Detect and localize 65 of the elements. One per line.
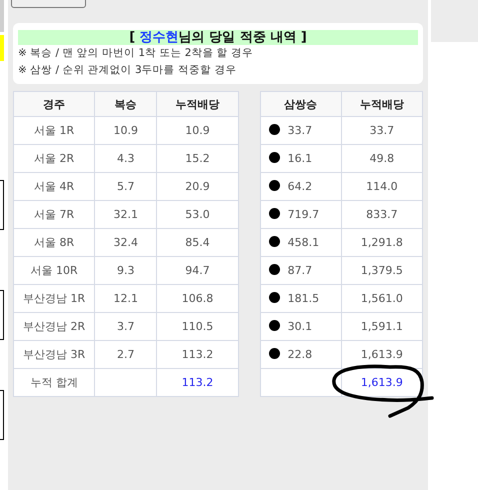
table-cell: 33.7 <box>341 116 422 144</box>
odds-value: 181.5 <box>288 292 320 305</box>
table-cell: 32.4 <box>94 228 157 256</box>
table-cell: 94.7 <box>156 256 238 284</box>
table-cell: 1,561.0 <box>341 284 422 312</box>
table-cell: 53.0 <box>156 200 238 228</box>
table-cell: 10.9 <box>94 116 157 144</box>
table-cell: 부산경남 3R <box>14 340 95 368</box>
table-cell: 1,291.8 <box>341 228 422 256</box>
column-header: 삼쌍승 <box>260 92 342 116</box>
dot-icon <box>268 208 280 219</box>
table-cell: 110.5 <box>156 312 238 340</box>
odds-value: 719.7 <box>288 208 320 221</box>
table-cell: 113.2 <box>156 340 238 368</box>
dot-icon <box>268 320 280 331</box>
table-cell: 서울 8R <box>14 228 95 256</box>
table-cell: 5.7 <box>94 172 157 200</box>
table-cell: 서울 7R <box>14 200 95 228</box>
table-cell: 15.2 <box>156 144 238 172</box>
total-value: 113.2 <box>156 368 238 396</box>
total-value: 1,613.9 <box>341 368 422 396</box>
note-text: ※ 삼쌍 / 순위 관계없이 3두마를 적중할 경우 <box>18 63 238 78</box>
dot-icon <box>268 264 280 275</box>
table-cell: 12.1 <box>94 284 157 312</box>
table-cell: 1,379.5 <box>341 256 422 284</box>
table-cell: 833.7 <box>341 200 422 228</box>
note-text: ※ 복승 / 맨 앞의 마번이 1착 또는 2착을 할 경우 <box>18 46 254 61</box>
table-cell: 1,613.9 <box>341 340 422 368</box>
odds-value: 16.1 <box>288 152 312 165</box>
table-cell: 서울 2R <box>14 144 95 172</box>
odds-value: 87.7 <box>288 264 312 277</box>
table-cell: 누적 합계 <box>14 368 95 396</box>
table-cell: 서울 4R <box>14 172 95 200</box>
table-cell: 1,591.1 <box>341 312 422 340</box>
table-cell: 9.3 <box>94 256 157 284</box>
dot-icon <box>268 292 280 303</box>
table-cell: 10.9 <box>156 116 238 144</box>
column-header: 누적배당 <box>156 92 238 116</box>
table-cell: 106.8 <box>156 284 238 312</box>
odds-value: 22.8 <box>288 348 312 361</box>
column-header: 복승 <box>94 92 157 116</box>
dot-icon <box>268 236 280 247</box>
table-cell: 49.8 <box>341 144 422 172</box>
table-cell: 3.7 <box>94 312 157 340</box>
column-header: 경주 <box>14 92 95 116</box>
column-header: 누적배당 <box>341 92 422 116</box>
table-cell: 서울 10R <box>14 256 95 284</box>
dot-icon <box>268 124 280 135</box>
table-cell: 부산경남 1R <box>14 284 95 312</box>
odds-value: 64.2 <box>288 180 312 193</box>
table-cell: 부산경남 2R <box>14 312 95 340</box>
table-cell: 114.0 <box>341 172 422 200</box>
odds-value: 33.7 <box>288 124 312 137</box>
table-cell: 32.1 <box>94 200 157 228</box>
dot-icon <box>268 152 280 163</box>
dot-icon <box>268 180 280 191</box>
heading: [ 정수현님의 당일 적중 내역 ] <box>18 30 418 45</box>
dot-icon <box>268 348 280 359</box>
odds-value: 30.1 <box>288 320 312 333</box>
table-cell: 4.3 <box>94 144 157 172</box>
table-cell: 20.9 <box>156 172 238 200</box>
table-cell: 2.7 <box>94 340 157 368</box>
table-cell: 서울 1R <box>14 116 95 144</box>
table-cell: 85.4 <box>156 228 238 256</box>
odds-value: 458.1 <box>288 236 320 249</box>
